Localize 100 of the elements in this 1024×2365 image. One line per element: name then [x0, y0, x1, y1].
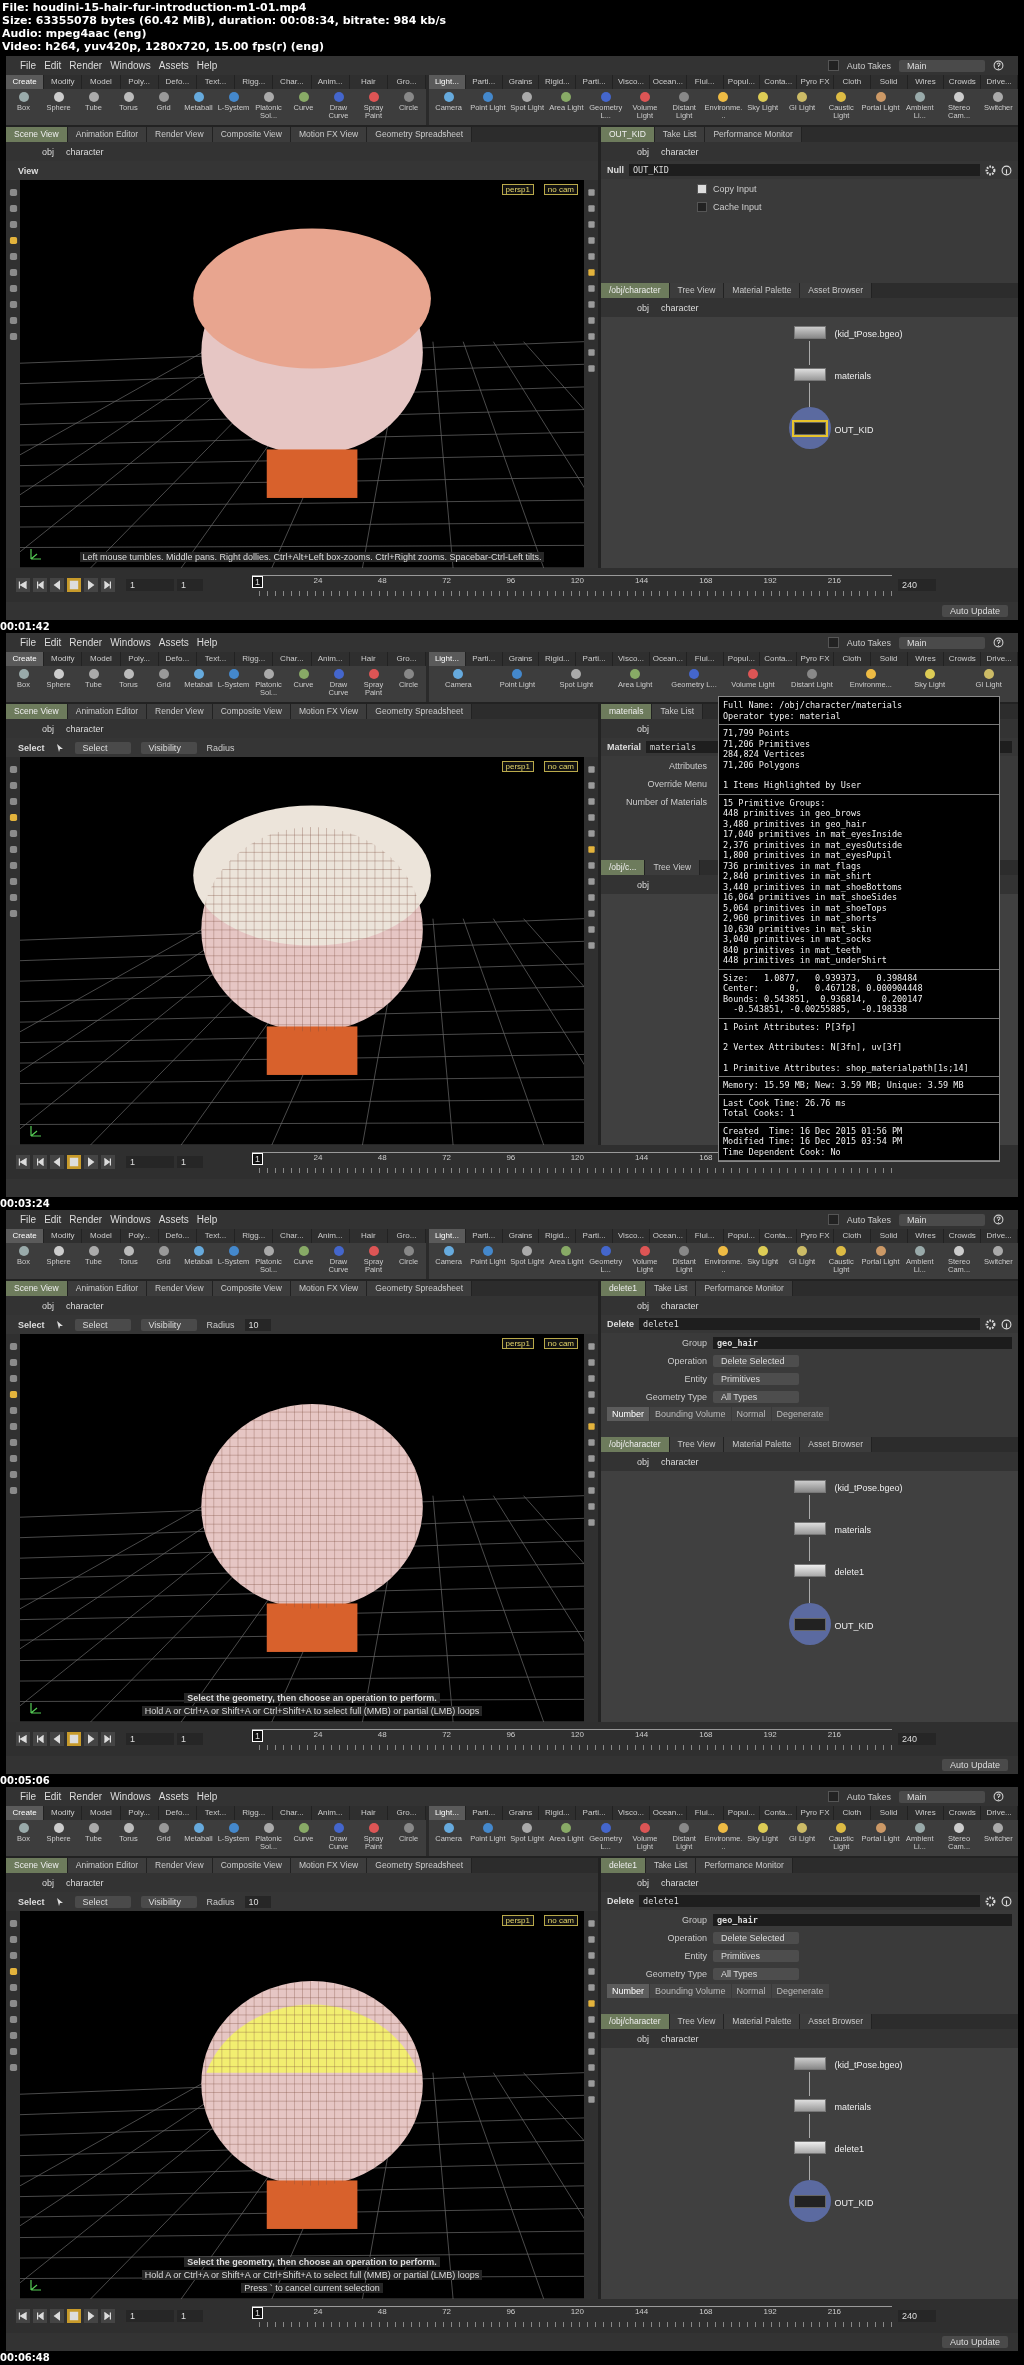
info-line: 16,064 primitives in mat_shoeSides — [723, 892, 898, 903]
info-line: Last Cook Time: 26.76 ms — [723, 1097, 847, 1108]
info-line: 5,064 primitives in mat_shoeTops — [723, 902, 888, 913]
tick-label: 216 — [827, 1729, 842, 1739]
info-line: 71,206 Primitives — [723, 738, 811, 749]
info-line: 1 Primitive Attributes: shop_materialpath[1s;14] — [723, 1062, 970, 1073]
tick-label: 72 — [442, 1729, 452, 1739]
tick-label: 48 — [377, 575, 387, 585]
tick-label: 216 — [827, 575, 842, 585]
tick-label: 72 — [442, 1152, 452, 1162]
node-label: OUT_KID — [834, 1621, 874, 1631]
node-type: Delete — [607, 1896, 634, 1906]
info-line: 71,799 Points — [723, 728, 791, 739]
tick-label: 96 — [506, 575, 516, 585]
viewport-hint: Hold A or Ctrl+A or Shift+A or Ctrl+Shift+A to select full (MMB) or partial (LMB) loops — [141, 2270, 483, 2280]
info-line: Modified Time: 16 Dec 2015 03:54 PM — [723, 1136, 904, 1147]
info-line: 10,630 primitives in mat_skin — [723, 923, 873, 934]
checkbox-label: Auto Takes — [846, 1214, 891, 1225]
info-line: Total Cooks: 1 — [723, 1108, 796, 1119]
info-line: 15 Primitive Groups: — [723, 797, 827, 808]
node-label: OUT_KID — [834, 425, 874, 435]
tick-label: 144 — [634, 575, 649, 585]
info-line: 17,040 primitives in mat_eyesInside — [723, 829, 904, 840]
info-line: 3,480 primitives in geo_hair — [723, 818, 868, 829]
tick-label: 168 — [699, 2306, 713, 2316]
parameter-label: Override Menu — [646, 779, 707, 789]
tick-label: 96 — [506, 1152, 516, 1162]
info-line: 1 Items Highlighted by User — [723, 780, 863, 791]
file-info-line: Audio: mpeg4aac (eng) — [1, 27, 148, 40]
parameter-label: Operation — [666, 1356, 707, 1366]
info-line: Operator type: material — [723, 710, 842, 721]
node-label: materials — [834, 371, 871, 381]
tick-label: 120 — [570, 1152, 584, 1162]
node-type: Null — [607, 165, 624, 175]
info-line: -0.543851, -0.00255885, -0.198338 — [732, 1004, 909, 1015]
info-line: 448 primitives in geo_brows — [723, 808, 863, 819]
tick-label: 144 — [634, 1152, 649, 1162]
radius-label: Radius — [206, 1319, 235, 1330]
parameter-label: Attributes — [667, 761, 707, 771]
viewport-hint: Press ` to cancel current selection — [241, 2283, 383, 2293]
tick-label: 192 — [763, 1729, 777, 1739]
parameter-label: Geometry Type — [644, 1969, 707, 1979]
node-label: materials — [834, 1525, 871, 1535]
tick-label: 96 — [506, 2306, 516, 2316]
file-info-line: Size: 63355078 bytes (60.42 MiB), duration: 00:08:34, bitrate: 984 kb/s — [1, 14, 447, 27]
radius-label: Radius — [206, 742, 235, 753]
file-info-line: Video: h264, yuv420p, 1280x720, 15.00 fps(r) (eng) — [1, 40, 326, 53]
info-line: 284,824 Vertices — [723, 749, 806, 760]
viewport-hint: Left mouse tumbles. Middle pans. Right dollies. Ctrl+Alt+Left box-zooms. Ctrl+Right zooms. Spacebar-Ctrl-Left tilts. — [79, 552, 545, 562]
info-line: Bounds: 0.543851, 0.936814, 0.200147 — [723, 993, 924, 1004]
info-line: Memory: 15.59 MB; New: 3.59 MB; Unique: 3.59 MB — [723, 1080, 965, 1091]
checkbox-label: Auto Takes — [846, 60, 891, 71]
tick-label: 24 — [313, 1152, 323, 1162]
tool-name: Select — [18, 1896, 45, 1907]
checkbox-label: Cache Input — [713, 202, 762, 212]
tick-label: 48 — [377, 1152, 387, 1162]
tick-label: 120 — [570, 1729, 584, 1739]
timestamp: 00:03:24 — [0, 1197, 51, 1210]
tick-label: 24 — [313, 2306, 323, 2316]
info-line: 71,206 Polygons — [723, 759, 801, 770]
node-type: Delete — [607, 1319, 634, 1329]
tick-label: 72 — [442, 575, 452, 585]
parameter-label: Entity — [683, 1374, 707, 1384]
parameter-label: Operation — [666, 1933, 707, 1943]
tick-label: 168 — [699, 1729, 713, 1739]
tick-label: 120 — [570, 575, 584, 585]
info-line: 3,040 primitives in mat_socks — [723, 934, 873, 945]
info-line: 448 primitives in mat_underShirt — [723, 955, 888, 966]
timestamp: 00:06:48 — [0, 2351, 51, 2364]
tick-label: 192 — [763, 2306, 777, 2316]
tick-label: 168 — [699, 575, 713, 585]
tick-label: 96 — [506, 1729, 516, 1739]
parameter-label: Number of Materials — [624, 797, 707, 807]
info-line: 736 primitives in mat_flags — [723, 860, 863, 871]
viewport-title: View — [18, 165, 39, 176]
tick-label: 144 — [634, 1729, 649, 1739]
node-label: OUT_KID — [834, 2198, 874, 2208]
tool-name: Select — [18, 742, 45, 753]
viewport-hint: Select the geometry, then choose an operation to perform. — [184, 1693, 440, 1703]
info-line: 3,440 primitives in mat_shoeBottoms — [723, 881, 904, 892]
tick-label: 48 — [377, 1729, 387, 1739]
checkbox-label: Auto Takes — [846, 637, 891, 648]
timestamp: 00:01:42 — [0, 620, 51, 633]
info-line: Size: 1.0877, 0.939373, 0.398484 — [723, 972, 919, 983]
parameter-label: Group — [681, 1915, 707, 1925]
node-label: (kid_tPose.bgeo) — [834, 2060, 903, 2070]
node-label: materials — [834, 2102, 871, 2112]
tick-label: 192 — [763, 575, 777, 585]
info-line: Center: 0, 0.467128, 0.000904448 — [723, 983, 924, 994]
tick-label: 48 — [377, 2306, 387, 2316]
info-line: 1,800 primitives in mat_eyesPupil — [723, 850, 893, 861]
tick-label: 24 — [313, 575, 323, 585]
info-line: 2,376 primitives in mat_eyesOutside — [723, 839, 904, 850]
info-line: 1 Point Attributes: P[3fp] — [723, 1021, 858, 1032]
tick-label: 144 — [634, 2306, 649, 2316]
info-line: 840 primitives in mat_teeth — [723, 944, 863, 955]
checkbox-label: Auto Takes — [846, 1791, 891, 1802]
viewport-hint: Hold A or Ctrl+A or Shift+A or Ctrl+Shift+A to select full (MMB) or partial (LMB) loops — [141, 1706, 483, 1716]
info-line: 2,840 primitives in mat_shirt — [723, 871, 873, 882]
timestamp: 00:05:06 — [0, 1774, 51, 1787]
